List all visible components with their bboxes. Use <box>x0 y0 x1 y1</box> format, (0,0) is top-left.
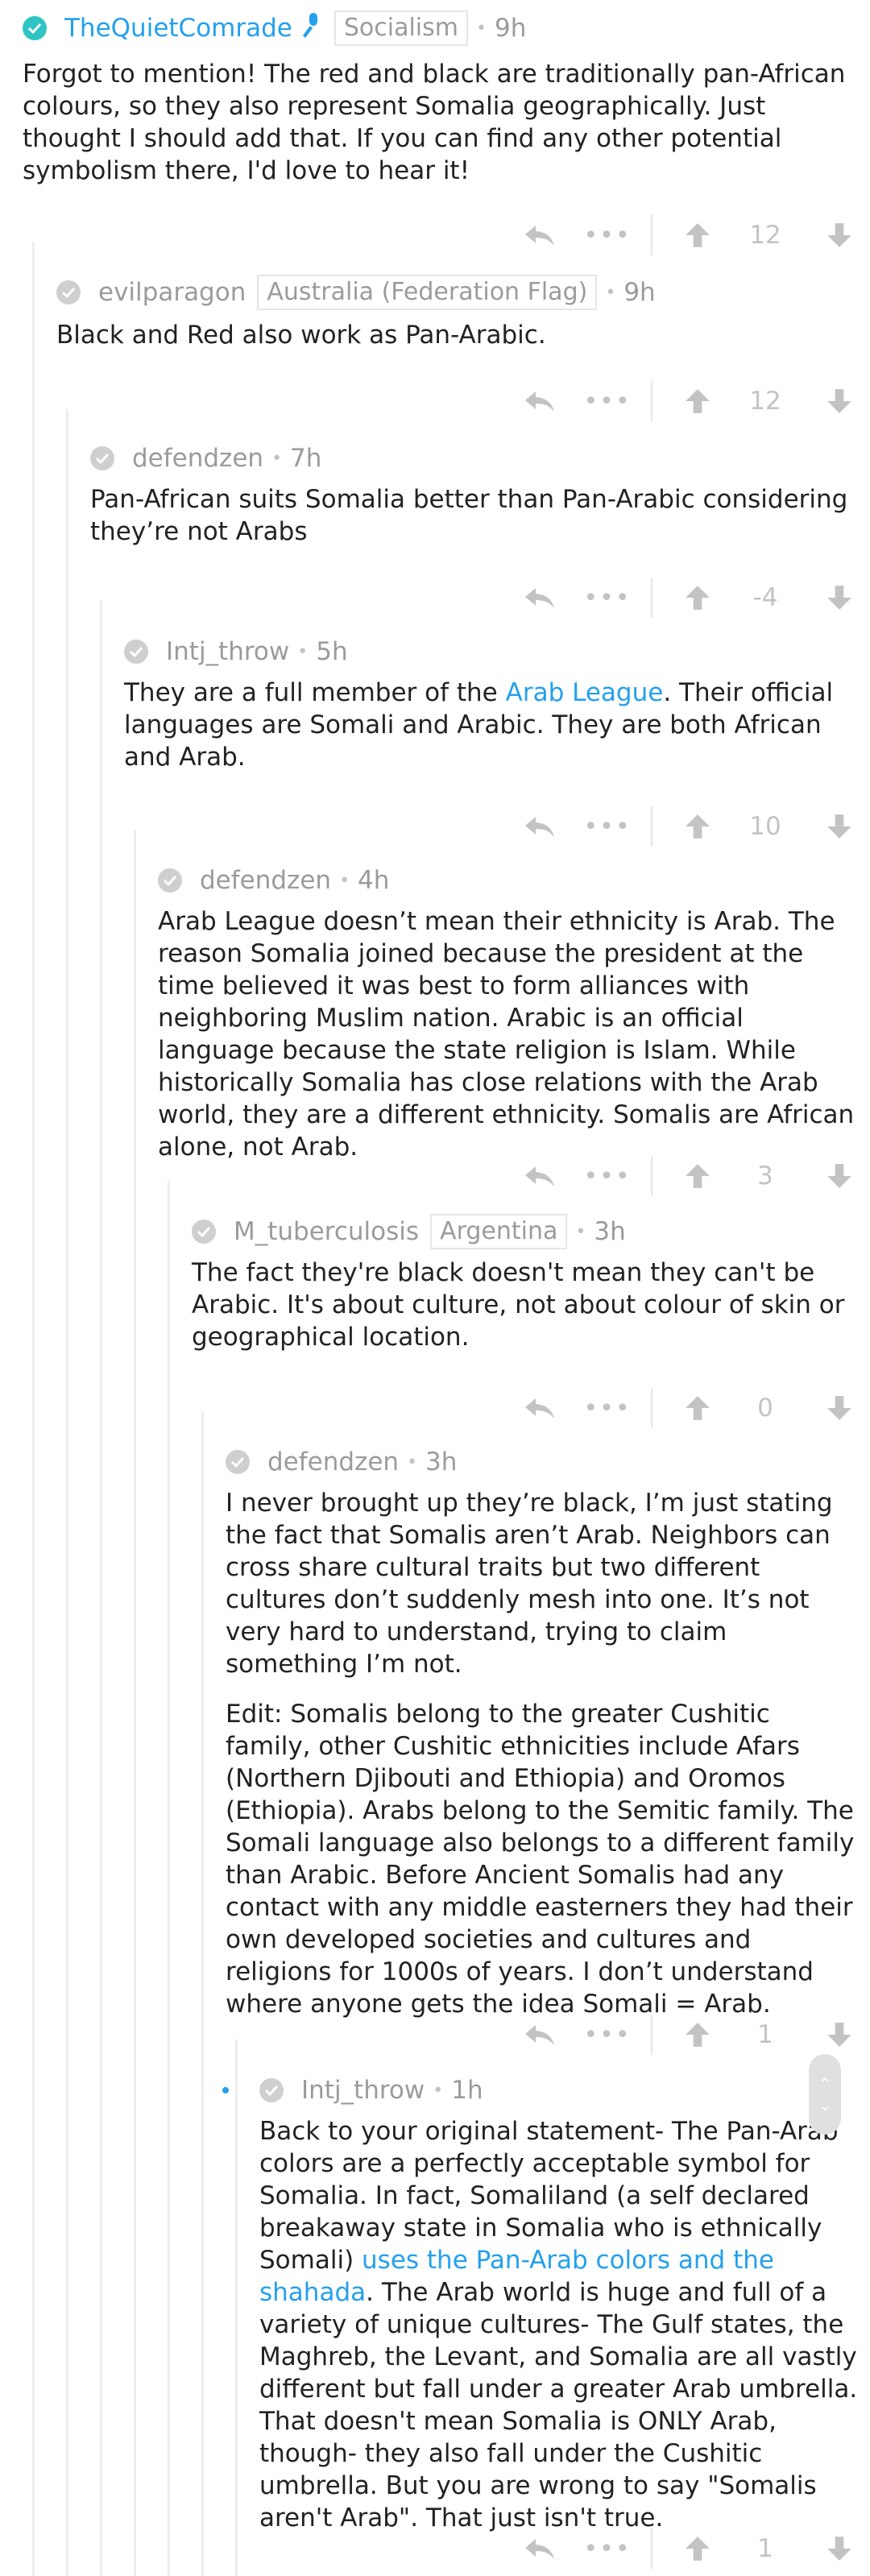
chevron-down-icon: ⌄ <box>818 2095 832 2114</box>
chevron-up-icon: ⌃ <box>818 2074 832 2094</box>
action-divider <box>651 2528 652 2569</box>
comment-actions: ••• 1 <box>516 2524 870 2573</box>
checkmark-icon <box>264 2085 279 2097</box>
more-options-button[interactable]: ••• <box>583 2524 632 2573</box>
checkmark-icon <box>95 453 110 465</box>
check-circle-icon <box>124 640 148 664</box>
new-comment-dot <box>222 2087 229 2094</box>
scroll-thumb[interactable]: ⌃ ⌄ <box>809 2054 841 2135</box>
checkmark-icon <box>197 1226 211 1238</box>
upvote-arrow-icon <box>686 2537 710 2561</box>
check-circle-icon <box>192 1220 216 1244</box>
check-circle-icon <box>259 2078 284 2102</box>
comment: Intj_throw • 1h Back to your original state… <box>222 0 870 2576</box>
comment-timestamp: 1h <box>451 2076 483 2105</box>
check-circle-icon <box>23 16 47 40</box>
separator-dot: • <box>433 2080 444 2101</box>
downvote-arrow-icon <box>827 2537 851 2561</box>
checkmark-icon <box>163 875 177 887</box>
check-circle-icon <box>226 1450 250 1474</box>
check-circle-icon <box>90 446 114 470</box>
downvote-button[interactable] <box>815 2524 864 2573</box>
checkmark-icon <box>129 646 143 658</box>
comment-body: Back to your original statement- The Pan… <box>259 2115 859 2552</box>
username-link[interactable]: Intj_throw <box>301 2076 425 2105</box>
checkmark-icon <box>230 1456 245 1468</box>
vote-score: 1 <box>757 2534 773 2563</box>
comment-header: Intj_throw • 1h <box>222 2064 870 2117</box>
check-circle-icon <box>158 868 182 892</box>
reply-arrow-icon <box>525 2539 554 2559</box>
upvote-button[interactable] <box>673 2524 722 2573</box>
check-circle-icon <box>56 280 81 304</box>
reply-button[interactable] <box>516 2524 564 2573</box>
comment-paragraph: Back to your original statement- The Pan… <box>259 2115 859 2534</box>
text-span: . The Arab world is huge and full of a v… <box>259 2278 858 2533</box>
checkmark-icon <box>27 23 42 35</box>
checkmark-icon <box>61 287 76 299</box>
